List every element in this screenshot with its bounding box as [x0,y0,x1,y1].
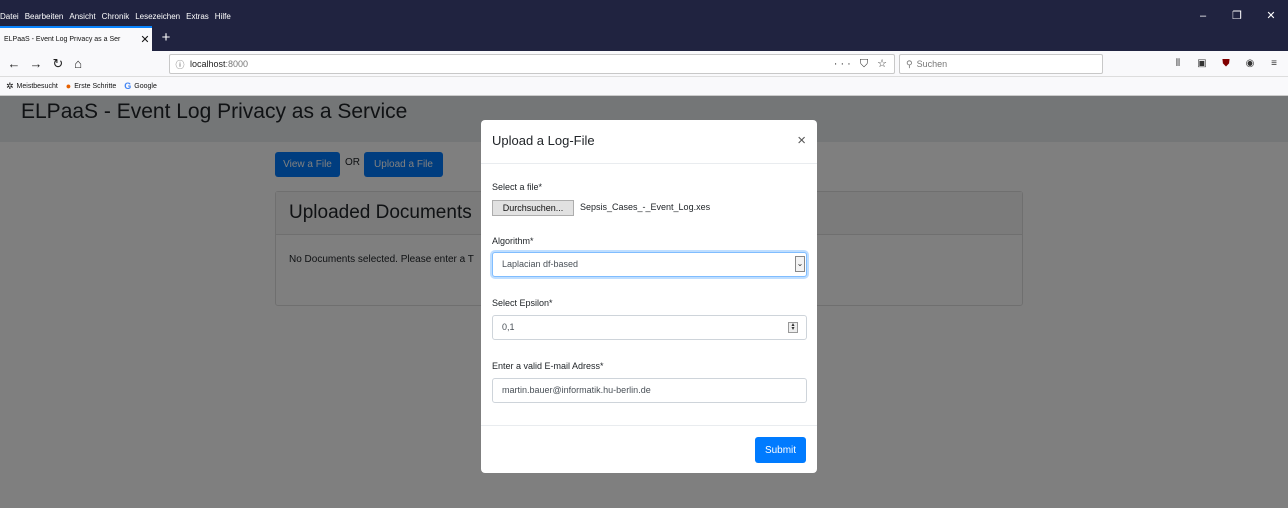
minimize-icon[interactable]: – [1186,8,1220,24]
page-content: ELPaaS - Event Log Privacy as a Service … [0,96,1288,508]
bookmark-label: Meistbesucht [16,82,58,90]
tab-bar: ELPaaS - Event Log Privacy as a Ser ✕ + [0,24,1288,51]
window-controls: – ❐ ✕ [1186,8,1288,24]
epsilon-value: 0,1 [502,322,515,332]
search-placeholder: Suchen [916,59,948,69]
close-icon[interactable]: × [797,132,806,149]
google-icon: G [124,81,132,91]
email-field[interactable]: martin.bauer@informatik.hu-berlin.de [492,378,807,403]
url-host: localhost [190,59,226,69]
ublock-icon[interactable]: ⛊ [1214,56,1238,72]
gear-icon: ✲ [6,80,14,91]
epsilon-input[interactable]: 0,1 ▴ ▾ [492,315,807,340]
back-icon[interactable]: ← [4,55,24,73]
bookmark-google[interactable]: G Google [124,81,157,91]
chevron-down-icon: ⌄ [795,256,805,272]
bookmark-meistbesucht[interactable]: ✲ Meistbesucht [6,81,58,92]
modal-footer [481,425,817,426]
menu-extras[interactable]: Extras [186,12,209,21]
home-icon[interactable]: ⌂ [68,55,88,73]
upload-modal: Upload a Log-File × Select a file* Durch… [481,120,817,473]
algorithm-select[interactable]: Laplacian df-based ⌄ [492,252,807,277]
epsilon-label: Select Epsilon* [492,298,553,308]
browser-window: Datei Bearbeiten Ansicht Chronik Lesezei… [0,8,1288,508]
forward-icon[interactable]: → [26,55,46,73]
selected-file-name: Sepsis_Cases_-_Event_Log.xes [580,202,711,212]
bookmark-erste-schritte[interactable]: ● Erste Schritte [66,81,116,91]
reload-icon[interactable]: ↻ [48,55,68,73]
tab-title: ELPaaS - Event Log Privacy as a Ser [4,36,121,43]
firefox-icon: ● [65,81,72,91]
navigation-bar: ← → ↻ ⌂ ⓘ localhost :8000 ··· ⛉ ☆ ⚲ Such… [0,51,1288,77]
email-value: martin.bauer@informatik.hu-berlin.de [502,385,651,395]
page-actions-icons[interactable]: ··· ⛉ ☆ [834,57,890,71]
file-label: Select a file* [492,182,543,192]
close-window-icon[interactable]: ✕ [1254,8,1288,24]
library-icon[interactable]: ⫴ [1166,56,1190,72]
menu-bearbeiten[interactable]: Bearbeiten [25,12,64,21]
search-icon: ⚲ [906,58,913,69]
tab-close-icon[interactable]: ✕ [138,33,152,46]
bookmark-label: Erste Schritte [74,82,117,90]
menu-hilfe[interactable]: Hilfe [215,12,231,21]
sidebar-icon[interactable]: ▣ [1190,56,1214,72]
menu-bar: Datei Bearbeiten Ansicht Chronik Lesezei… [0,8,1288,24]
bookmarks-bar: ✲ Meistbesucht ● Erste Schritte G Google [0,77,1288,96]
algorithm-label: Algorithm* [492,236,534,246]
url-port: :8000 [225,59,249,69]
modal-title: Upload a Log-File [492,133,595,148]
menu-chronik[interactable]: Chronik [102,12,130,21]
extension-icon[interactable]: ◉ [1238,56,1262,72]
stepper-icon[interactable]: ▴ ▾ [788,322,798,333]
submit-button[interactable]: Submit [755,437,806,463]
menu-ansicht[interactable]: Ansicht [69,12,95,21]
email-label: Enter a valid E-mail Adress* [492,361,604,371]
menu-datei[interactable]: Datei [0,12,19,21]
bookmark-label: Google [134,82,157,90]
browse-file-button[interactable]: Durchsuchen... [492,200,574,216]
toolbar-icons: ⫴ ▣ ⛊ ◉ ≡ [1166,56,1286,72]
menu-lesezeichen[interactable]: Lesezeichen [135,12,180,21]
hamburger-menu-icon[interactable]: ≡ [1262,56,1286,72]
info-icon[interactable]: ⓘ [170,58,190,71]
modal-header: Upload a Log-File × [481,120,817,164]
url-bar[interactable]: ⓘ localhost :8000 ··· ⛉ ☆ [169,54,895,74]
search-input[interactable]: ⚲ Suchen [899,54,1103,74]
restore-icon[interactable]: ❐ [1220,8,1254,24]
new-tab-icon[interactable]: + [155,26,177,51]
tab-elpaas[interactable]: ELPaaS - Event Log Privacy as a Ser ✕ [0,26,152,51]
algorithm-value: Laplacian df-based [502,259,579,269]
